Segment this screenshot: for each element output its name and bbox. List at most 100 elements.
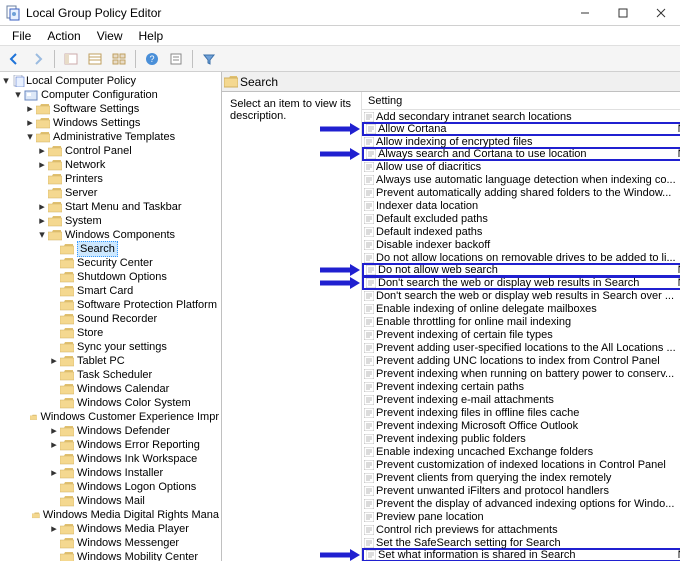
expander-icon[interactable]: ▸ [48, 438, 60, 452]
properties-button[interactable] [166, 49, 186, 69]
expander-icon[interactable]: ▸ [24, 102, 36, 116]
tree-item[interactable]: Shutdown Options [0, 270, 221, 284]
setting-row[interactable]: Don't search the web or display web resu… [362, 276, 680, 290]
setting-row[interactable]: Allow indexing of encrypted filesNot con… [362, 135, 680, 148]
setting-row[interactable]: Indexer data locationNot configured [362, 199, 680, 212]
setting-row[interactable]: Prevent indexing e-mail attachmentsNot c… [362, 393, 680, 406]
setting-row[interactable]: Prevent adding user-specified locations … [362, 341, 680, 354]
setting-row[interactable]: Allow use of diacriticsNot configured [362, 160, 680, 173]
tree-item[interactable]: ▸Network [0, 158, 221, 172]
expander-icon[interactable]: ▾ [36, 228, 48, 242]
expander-icon[interactable]: ▸ [48, 424, 60, 438]
tree-item[interactable]: ▸Windows Media Player [0, 522, 221, 536]
tree-item[interactable]: ▸Tablet PC [0, 354, 221, 368]
tree-item[interactable]: ▾Windows Components [0, 228, 221, 242]
setting-row[interactable]: Default indexed pathsNot configured [362, 225, 680, 238]
setting-row[interactable]: Prevent clients from querying the index … [362, 471, 680, 484]
setting-row[interactable]: Enable indexing of online delegate mailb… [362, 302, 680, 315]
tree-item[interactable]: Windows Color System [0, 396, 221, 410]
setting-row[interactable]: Add secondary intranet search locationsN… [362, 110, 680, 123]
tree-item[interactable]: Windows Mail [0, 494, 221, 508]
forward-button[interactable] [28, 49, 48, 69]
expander-icon[interactable]: ▸ [48, 354, 60, 368]
setting-row[interactable]: Prevent indexing Microsoft Office Outloo… [362, 419, 680, 432]
setting-row[interactable]: Preview pane locationNot configured [362, 510, 680, 523]
setting-row[interactable]: Prevent automatically adding shared fold… [362, 186, 680, 199]
tree-item[interactable]: ▸Windows Defender [0, 424, 221, 438]
tree-item[interactable]: ▸Start Menu and Taskbar [0, 200, 221, 214]
expander-icon[interactable]: ▸ [36, 200, 48, 214]
setting-row[interactable]: Prevent indexing certain pathsNot config… [362, 380, 680, 393]
setting-row[interactable]: Set the SafeSearch setting for SearchNot… [362, 536, 680, 549]
setting-row[interactable]: Enable throttling for online mail indexi… [362, 315, 680, 328]
setting-row[interactable]: Prevent indexing of certain file typesNo… [362, 328, 680, 341]
maximize-button[interactable] [604, 0, 642, 25]
tree-item[interactable]: ▸Windows Installer [0, 466, 221, 480]
tree-item[interactable]: Search [0, 242, 221, 256]
setting-row[interactable]: Do not allow web searchNot configured [362, 263, 680, 277]
tree-item[interactable]: Smart Card [0, 284, 221, 298]
setting-row[interactable]: Allow CortanaNot configured [362, 122, 680, 136]
setting-row[interactable]: Prevent indexing when running on battery… [362, 367, 680, 380]
setting-row[interactable]: Don't search the web or display web resu… [362, 289, 680, 302]
expander-icon[interactable]: ▸ [36, 214, 48, 228]
tree-item[interactable]: ▸System [0, 214, 221, 228]
tree-item[interactable]: Windows Mobility Center [0, 550, 221, 561]
expander-icon[interactable]: ▾ [12, 88, 24, 102]
settings-list[interactable]: Add secondary intranet search locationsN… [362, 110, 680, 561]
tree-item[interactable]: ▾Administrative Templates [0, 130, 221, 144]
tree-item[interactable]: Printers [0, 172, 221, 186]
tree-item[interactable]: Windows Logon Options [0, 480, 221, 494]
details-button[interactable] [85, 49, 105, 69]
menu-help[interactable]: Help [131, 27, 172, 45]
tree-item[interactable]: Server [0, 186, 221, 200]
tree-item[interactable]: ▾Local Computer Policy [0, 74, 221, 88]
tree-item[interactable]: Windows Customer Experience Impr [0, 410, 221, 424]
expander-icon[interactable]: ▸ [48, 522, 60, 536]
filter-button[interactable] [199, 49, 219, 69]
menu-view[interactable]: View [89, 27, 131, 45]
tree-item[interactable]: Sound Recorder [0, 312, 221, 326]
column-setting[interactable]: Setting [362, 95, 680, 107]
expander-icon[interactable]: ▾ [24, 130, 36, 144]
setting-row[interactable]: Always search and Cortana to use locatio… [362, 147, 680, 161]
setting-row[interactable]: Control rich previews for attachmentsNot… [362, 523, 680, 536]
tree-item[interactable]: Sync your settings [0, 340, 221, 354]
tree-item[interactable]: Windows Calendar [0, 382, 221, 396]
tree-item[interactable]: Security Center [0, 256, 221, 270]
setting-row[interactable]: Prevent customization of indexed locatio… [362, 458, 680, 471]
setting-row[interactable]: Default excluded pathsNot configured [362, 212, 680, 225]
menu-action[interactable]: Action [39, 27, 88, 45]
expander-icon[interactable]: ▸ [36, 158, 48, 172]
tree-item[interactable]: Windows Ink Workspace [0, 452, 221, 466]
setting-row[interactable]: Prevent indexing files in offline files … [362, 406, 680, 419]
tree-item[interactable]: Windows Messenger [0, 536, 221, 550]
close-button[interactable] [642, 0, 680, 25]
setting-row[interactable]: Prevent adding UNC locations to index fr… [362, 354, 680, 367]
setting-row[interactable]: Do not allow locations on removable driv… [362, 251, 680, 264]
setting-row[interactable]: Prevent unwanted iFilters and protocol h… [362, 484, 680, 497]
expander-icon[interactable]: ▸ [48, 466, 60, 480]
setting-row[interactable]: Always use automatic language detection … [362, 173, 680, 186]
tree-item[interactable]: Windows Media Digital Rights Mana [0, 508, 221, 522]
back-button[interactable] [4, 49, 24, 69]
setting-row[interactable]: Prevent the display of advanced indexing… [362, 497, 680, 510]
menu-file[interactable]: File [4, 27, 39, 45]
minimize-button[interactable] [566, 0, 604, 25]
tree-item[interactable]: ▸Software Settings [0, 102, 221, 116]
help-button[interactable]: ? [142, 49, 162, 69]
setting-row[interactable]: Set what information is shared in Search… [362, 548, 680, 561]
tree-item[interactable]: ▾Computer Configuration [0, 88, 221, 102]
setting-row[interactable]: Enable indexing uncached Exchange folder… [362, 445, 680, 458]
navigation-tree[interactable]: ▾Local Computer Policy▾Computer Configur… [0, 72, 222, 561]
expander-icon[interactable]: ▸ [36, 144, 48, 158]
expander-icon[interactable]: ▾ [0, 74, 12, 88]
list-button[interactable] [109, 49, 129, 69]
show-hide-tree-button[interactable] [61, 49, 81, 69]
tree-item[interactable]: Task Scheduler [0, 368, 221, 382]
setting-row[interactable]: Prevent indexing public foldersNot confi… [362, 432, 680, 445]
expander-icon[interactable]: ▸ [24, 116, 36, 130]
tree-item[interactable]: ▸Windows Settings [0, 116, 221, 130]
tree-item[interactable]: ▸Control Panel [0, 144, 221, 158]
tree-item[interactable]: ▸Windows Error Reporting [0, 438, 221, 452]
